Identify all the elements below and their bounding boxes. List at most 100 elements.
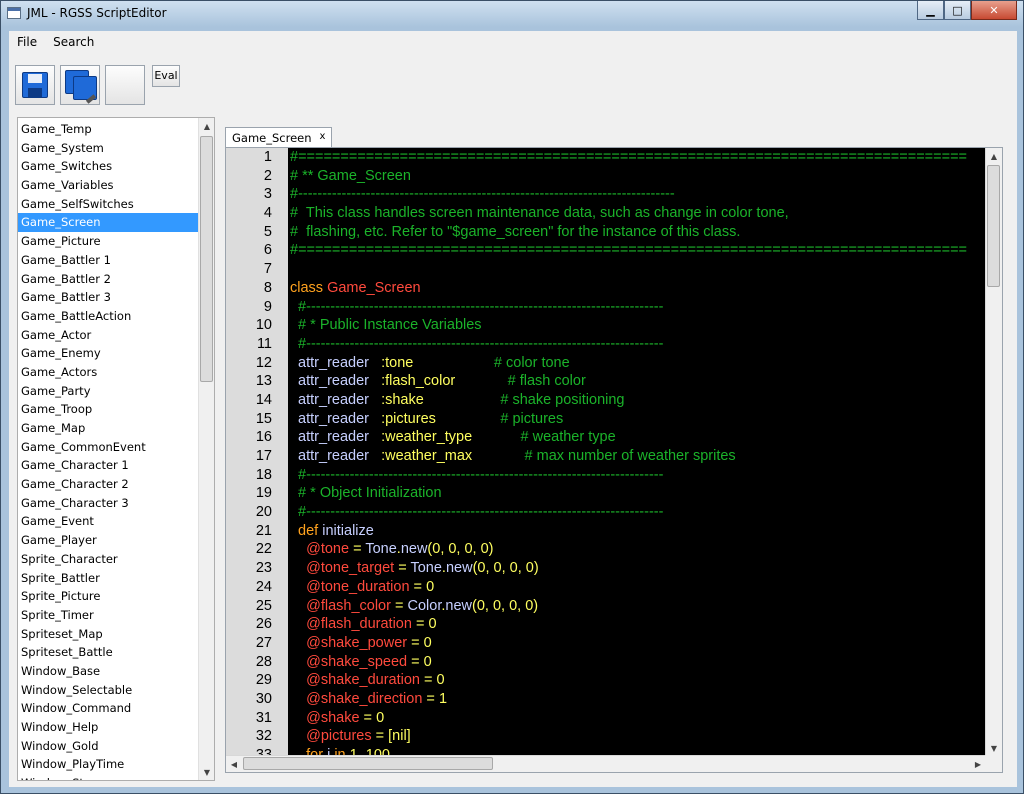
line-number: 26: [255, 616, 272, 633]
script-list-item[interactable]: Game_Battler 3: [18, 288, 200, 307]
script-list-item[interactable]: Sprite_Character: [18, 550, 200, 569]
scroll-right-arrow-icon[interactable]: ▶: [970, 756, 986, 772]
code-line: # ** Game_Screen: [288, 167, 986, 186]
code-line: #---------------------------------------…: [288, 503, 986, 522]
code-token: 0: [423, 634, 432, 651]
code-token: 0: [428, 616, 437, 633]
script-list-item[interactable]: Game_Character 3: [18, 494, 200, 513]
code-line: attr_reader :weather_type # weather type: [288, 428, 986, 447]
code-area[interactable]: #=======================================…: [288, 148, 986, 756]
code-token: @shake_power: [290, 634, 408, 651]
script-list-item[interactable]: Sprite_Timer: [18, 606, 200, 625]
code-token: Color: [407, 597, 442, 614]
script-list-item[interactable]: Game_Battler 1: [18, 251, 200, 270]
tab-game-screen[interactable]: Game_Screen x: [225, 127, 333, 147]
code-token: attr_reader: [290, 448, 382, 464]
code-line: # * Public Instance Variables: [288, 316, 986, 335]
code-token: #---------------------------------------…: [290, 186, 675, 203]
code-token: (0, 0, 0, 0): [472, 597, 539, 614]
code-token: # weather type: [520, 429, 616, 446]
script-list-item[interactable]: Game_CommonEvent: [18, 438, 200, 457]
code-line: @shake_power = 0: [288, 634, 986, 653]
script-list-item[interactable]: Game_Variables: [18, 176, 200, 195]
script-list-item[interactable]: Game_Battler 2: [18, 270, 200, 289]
code-token: # pictures: [500, 410, 564, 427]
script-list-item[interactable]: Window_Selectable: [18, 681, 200, 700]
script-list-item[interactable]: Game_SelfSwitches: [18, 195, 200, 214]
scrollbar-thumb[interactable]: [987, 165, 1000, 287]
code-line: attr_reader :shake # shake positioning: [288, 391, 986, 410]
scrollbar-thumb[interactable]: [200, 136, 213, 382]
code-token: @tone_duration: [290, 578, 410, 595]
code-token: 0: [426, 578, 435, 595]
menu-search[interactable]: Search: [45, 31, 102, 53]
script-list[interactable]: Game_Temp Game_System Game_Switches Game_Va…: [17, 117, 215, 781]
eval-button[interactable]: Eval: [152, 65, 180, 87]
script-list-item[interactable]: Window_Command: [18, 699, 200, 718]
maximize-button[interactable]: □: [944, 1, 971, 20]
code-line: @flash_duration = 0: [288, 615, 986, 634]
script-list-item[interactable]: Game_Map: [18, 419, 200, 438]
script-list-item[interactable]: Spriteset_Battle: [18, 643, 200, 662]
script-list-item[interactable]: Game_Party: [18, 382, 200, 401]
editor-horizontal-scrollbar[interactable]: ◀ ▶: [226, 755, 986, 772]
close-button[interactable]: ✕: [971, 1, 1017, 20]
script-list-item[interactable]: Game_Enemy: [18, 344, 200, 363]
script-list-item[interactable]: Game_Actors: [18, 363, 200, 382]
code-editor[interactable]: 1 2 3 4 5 6 7 8 9 10 11 12 13 14 15 16 17 18 19 20 21 22 23 24 2…: [225, 147, 1003, 773]
script-list-item[interactable]: Game_System: [18, 139, 200, 158]
script-list-item[interactable]: Game_Player: [18, 531, 200, 550]
script-list-item[interactable]: Game_Character 2: [18, 475, 200, 494]
title-bar[interactable]: JML - RGSS ScriptEditor ▁ □ ✕: [1, 1, 1023, 27]
line-number: 7: [263, 261, 272, 278]
line-number: 9: [263, 298, 272, 315]
script-list-item[interactable]: Sprite_Battler: [18, 569, 200, 588]
line-number: 2: [263, 167, 272, 184]
menu-file[interactable]: File: [9, 31, 45, 53]
blank-toolbar-button[interactable]: [105, 65, 145, 105]
script-list-item[interactable]: Window_Steps: [18, 774, 200, 780]
script-list-item[interactable]: Game_Event: [18, 512, 200, 531]
script-list-item[interactable]: Game_Switches: [18, 157, 200, 176]
app-window: JML - RGSS ScriptEditor ▁ □ ✕ File Searc…: [0, 0, 1024, 794]
editor-vertical-scrollbar[interactable]: ▲ ▼: [985, 148, 1002, 756]
script-list-scrollbar[interactable]: ▲ ▼: [198, 118, 214, 780]
script-list-item[interactable]: Game_Character 1: [18, 456, 200, 475]
code-token: new: [400, 541, 428, 558]
script-list-item[interactable]: Game_BattleAction: [18, 307, 200, 326]
code-token: 0: [436, 672, 445, 689]
script-list-item[interactable]: Game_Troop: [18, 400, 200, 419]
scroll-down-arrow-icon[interactable]: ▼: [986, 740, 1002, 756]
script-list-item[interactable]: Game_Temp: [18, 120, 200, 139]
line-number: 4: [263, 205, 272, 222]
script-list-item[interactable]: Sprite_Picture: [18, 587, 200, 606]
scrollbar-thumb[interactable]: [243, 757, 493, 770]
script-list-item[interactable]: Game_Actor: [18, 326, 200, 345]
line-number: 29: [255, 672, 272, 689]
tab-close-icon[interactable]: x: [320, 131, 326, 147]
code-token: # flashing, etc. Refer to "$game_screen"…: [290, 223, 741, 240]
script-list-item[interactable]: Game_Screen: [18, 213, 200, 233]
scroll-up-arrow-icon[interactable]: ▲: [986, 148, 1002, 164]
save-all-button[interactable]: [60, 65, 100, 105]
script-list-item[interactable]: Spriteset_Map: [18, 625, 200, 644]
script-list-item[interactable]: Window_Base: [18, 662, 200, 681]
code-token: #---------------------------------------…: [290, 298, 664, 315]
code-line: @flash_color = Color.new(0, 0, 0, 0): [288, 597, 986, 616]
script-list-item[interactable]: Window_Help: [18, 718, 200, 737]
scroll-left-arrow-icon[interactable]: ◀: [226, 756, 242, 772]
script-list-item[interactable]: Window_Gold: [18, 737, 200, 756]
scroll-up-arrow-icon[interactable]: ▲: [199, 118, 214, 134]
code-token: #---------------------------------------…: [290, 504, 664, 521]
save-button[interactable]: [15, 65, 55, 105]
code-token: :pictures: [381, 410, 436, 427]
minimize-button[interactable]: ▁: [917, 1, 944, 20]
line-number: 23: [255, 560, 272, 577]
line-number: 15: [255, 410, 272, 427]
tab-strip: Game_Screen x: [225, 127, 333, 147]
script-list-item[interactable]: Window_PlayTime: [18, 755, 200, 774]
code-token: # * Public Instance Variables: [290, 317, 482, 334]
script-list-item[interactable]: Game_Picture: [18, 232, 200, 251]
scroll-down-arrow-icon[interactable]: ▼: [199, 764, 214, 780]
